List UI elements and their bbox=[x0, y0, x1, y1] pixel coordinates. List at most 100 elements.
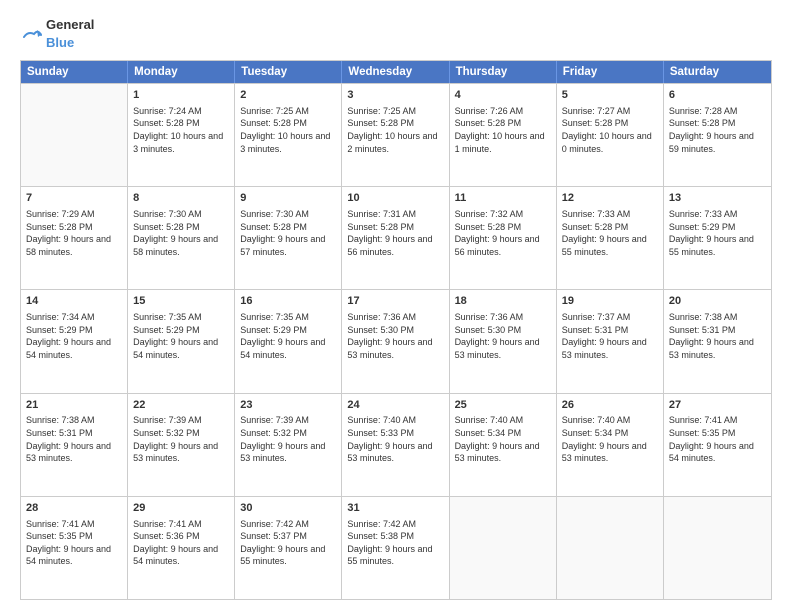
day-info: Sunrise: 7:28 AMSunset: 5:28 PMDaylight:… bbox=[669, 105, 766, 155]
day-info: Sunrise: 7:27 AMSunset: 5:28 PMDaylight:… bbox=[562, 105, 658, 155]
day-info: Sunrise: 7:33 AMSunset: 5:29 PMDaylight:… bbox=[669, 208, 766, 258]
day-info: Sunrise: 7:41 AMSunset: 5:36 PMDaylight:… bbox=[133, 518, 229, 568]
day-info: Sunrise: 7:34 AMSunset: 5:29 PMDaylight:… bbox=[26, 311, 122, 361]
calendar-header: SundayMondayTuesdayWednesdayThursdayFrid… bbox=[21, 61, 771, 83]
day-number: 20 bbox=[669, 294, 766, 309]
day-info: Sunrise: 7:31 AMSunset: 5:28 PMDaylight:… bbox=[347, 208, 443, 258]
day-number: 26 bbox=[562, 398, 658, 413]
header-day-friday: Friday bbox=[557, 61, 664, 83]
day-cell-6: 6 Sunrise: 7:28 AMSunset: 5:28 PMDaylight… bbox=[664, 84, 771, 186]
logo-general: General bbox=[46, 17, 94, 32]
day-info: Sunrise: 7:42 AMSunset: 5:37 PMDaylight:… bbox=[240, 518, 336, 568]
day-number: 8 bbox=[133, 191, 229, 206]
day-info: Sunrise: 7:42 AMSunset: 5:38 PMDaylight:… bbox=[347, 518, 443, 568]
day-number: 16 bbox=[240, 294, 336, 309]
day-number: 25 bbox=[455, 398, 551, 413]
week-row-4: 21Sunrise: 7:38 AMSunset: 5:31 PMDayligh… bbox=[21, 393, 771, 496]
day-cell-12: 12 Sunrise: 7:33 AMSunset: 5:28 PMDayligh… bbox=[557, 187, 664, 289]
empty-cell bbox=[450, 497, 557, 599]
week-row-1: 1 Sunrise: 7:24 AMSunset: 5:28 PMDaylight… bbox=[21, 83, 771, 186]
day-info: Sunrise: 7:26 AMSunset: 5:28 PMDaylight:… bbox=[455, 105, 551, 155]
day-info: Sunrise: 7:33 AMSunset: 5:28 PMDaylight:… bbox=[562, 208, 658, 258]
day-cell-8: 8 Sunrise: 7:30 AMSunset: 5:28 PMDaylight… bbox=[128, 187, 235, 289]
header-day-saturday: Saturday bbox=[664, 61, 771, 83]
day-cell-14: 14 Sunrise: 7:34 AMSunset: 5:29 PMDayligh… bbox=[21, 290, 128, 392]
day-number: 10 bbox=[347, 191, 443, 206]
empty-cell bbox=[664, 497, 771, 599]
day-info: Sunrise: 7:25 AMSunset: 5:28 PMDaylight:… bbox=[347, 105, 443, 155]
day-info: Sunrise: 7:35 AMSunset: 5:29 PMDaylight:… bbox=[240, 311, 336, 361]
day-number: 12 bbox=[562, 191, 658, 206]
empty-cell bbox=[557, 497, 664, 599]
header-day-thursday: Thursday bbox=[450, 61, 557, 83]
day-cell-19: 19 Sunrise: 7:37 AMSunset: 5:31 PMDayligh… bbox=[557, 290, 664, 392]
day-cell-23: 23Sunrise: 7:39 AMSunset: 5:32 PMDayligh… bbox=[235, 394, 342, 496]
day-cell-22: 22Sunrise: 7:39 AMSunset: 5:32 PMDayligh… bbox=[128, 394, 235, 496]
day-number: 22 bbox=[133, 398, 229, 413]
day-number: 30 bbox=[240, 501, 336, 516]
day-number: 3 bbox=[347, 88, 443, 103]
day-cell-24: 24Sunrise: 7:40 AMSunset: 5:33 PMDayligh… bbox=[342, 394, 449, 496]
header-day-tuesday: Tuesday bbox=[235, 61, 342, 83]
day-number: 13 bbox=[669, 191, 766, 206]
day-info: Sunrise: 7:32 AMSunset: 5:28 PMDaylight:… bbox=[455, 208, 551, 258]
day-info: Sunrise: 7:35 AMSunset: 5:29 PMDaylight:… bbox=[133, 311, 229, 361]
day-info: Sunrise: 7:41 AMSunset: 5:35 PMDaylight:… bbox=[26, 518, 122, 568]
logo-bird-icon bbox=[20, 23, 42, 45]
day-info: Sunrise: 7:30 AMSunset: 5:28 PMDaylight:… bbox=[240, 208, 336, 258]
day-cell-5: 5Sunrise: 7:27 AMSunset: 5:28 PMDaylight… bbox=[557, 84, 664, 186]
day-number: 1 bbox=[133, 88, 229, 103]
day-number: 17 bbox=[347, 294, 443, 309]
day-cell-9: 9 Sunrise: 7:30 AMSunset: 5:28 PMDaylight… bbox=[235, 187, 342, 289]
day-cell-17: 17 Sunrise: 7:36 AMSunset: 5:30 PMDayligh… bbox=[342, 290, 449, 392]
day-cell-3: 3 Sunrise: 7:25 AMSunset: 5:28 PMDaylight… bbox=[342, 84, 449, 186]
header-day-monday: Monday bbox=[128, 61, 235, 83]
day-info: Sunrise: 7:39 AMSunset: 5:32 PMDaylight:… bbox=[240, 414, 336, 464]
logo: General Blue bbox=[20, 16, 94, 52]
day-cell-26: 26Sunrise: 7:40 AMSunset: 5:34 PMDayligh… bbox=[557, 394, 664, 496]
day-cell-18: 18Sunrise: 7:36 AMSunset: 5:30 PMDayligh… bbox=[450, 290, 557, 392]
day-number: 2 bbox=[240, 88, 336, 103]
day-cell-13: 13 Sunrise: 7:33 AMSunset: 5:29 PMDayligh… bbox=[664, 187, 771, 289]
calendar: SundayMondayTuesdayWednesdayThursdayFrid… bbox=[20, 60, 772, 600]
day-cell-29: 29 Sunrise: 7:41 AMSunset: 5:36 PMDayligh… bbox=[128, 497, 235, 599]
day-info: Sunrise: 7:40 AMSunset: 5:34 PMDaylight:… bbox=[455, 414, 551, 464]
day-number: 27 bbox=[669, 398, 766, 413]
header-day-sunday: Sunday bbox=[21, 61, 128, 83]
header-day-wednesday: Wednesday bbox=[342, 61, 449, 83]
day-number: 21 bbox=[26, 398, 122, 413]
day-number: 6 bbox=[669, 88, 766, 103]
day-number: 11 bbox=[455, 191, 551, 206]
header: General Blue bbox=[20, 16, 772, 52]
day-info: Sunrise: 7:37 AMSunset: 5:31 PMDaylight:… bbox=[562, 311, 658, 361]
day-info: Sunrise: 7:39 AMSunset: 5:32 PMDaylight:… bbox=[133, 414, 229, 464]
day-cell-31: 31Sunrise: 7:42 AMSunset: 5:38 PMDayligh… bbox=[342, 497, 449, 599]
day-number: 24 bbox=[347, 398, 443, 413]
day-info: Sunrise: 7:40 AMSunset: 5:34 PMDaylight:… bbox=[562, 414, 658, 464]
day-info: Sunrise: 7:24 AMSunset: 5:28 PMDaylight:… bbox=[133, 105, 229, 155]
day-number: 19 bbox=[562, 294, 658, 309]
week-row-5: 28Sunrise: 7:41 AMSunset: 5:35 PMDayligh… bbox=[21, 496, 771, 599]
day-number: 29 bbox=[133, 501, 229, 516]
day-info: Sunrise: 7:25 AMSunset: 5:28 PMDaylight:… bbox=[240, 105, 336, 155]
day-info: Sunrise: 7:30 AMSunset: 5:28 PMDaylight:… bbox=[133, 208, 229, 258]
day-number: 9 bbox=[240, 191, 336, 206]
day-cell-1: 1 Sunrise: 7:24 AMSunset: 5:28 PMDaylight… bbox=[128, 84, 235, 186]
day-cell-7: 7Sunrise: 7:29 AMSunset: 5:28 PMDaylight… bbox=[21, 187, 128, 289]
day-number: 15 bbox=[133, 294, 229, 309]
day-cell-11: 11 Sunrise: 7:32 AMSunset: 5:28 PMDayligh… bbox=[450, 187, 557, 289]
day-cell-10: 10 Sunrise: 7:31 AMSunset: 5:28 PMDayligh… bbox=[342, 187, 449, 289]
day-info: Sunrise: 7:36 AMSunset: 5:30 PMDaylight:… bbox=[347, 311, 443, 361]
day-number: 14 bbox=[26, 294, 122, 309]
day-cell-30: 30 Sunrise: 7:42 AMSunset: 5:37 PMDayligh… bbox=[235, 497, 342, 599]
day-info: Sunrise: 7:36 AMSunset: 5:30 PMDaylight:… bbox=[455, 311, 551, 361]
calendar-body: 1 Sunrise: 7:24 AMSunset: 5:28 PMDaylight… bbox=[21, 83, 771, 599]
day-number: 4 bbox=[455, 88, 551, 103]
day-cell-25: 25Sunrise: 7:40 AMSunset: 5:34 PMDayligh… bbox=[450, 394, 557, 496]
week-row-3: 14 Sunrise: 7:34 AMSunset: 5:29 PMDayligh… bbox=[21, 289, 771, 392]
day-cell-27: 27Sunrise: 7:41 AMSunset: 5:35 PMDayligh… bbox=[664, 394, 771, 496]
day-cell-20: 20 Sunrise: 7:38 AMSunset: 5:31 PMDayligh… bbox=[664, 290, 771, 392]
day-cell-4: 4 Sunrise: 7:26 AMSunset: 5:28 PMDaylight… bbox=[450, 84, 557, 186]
day-info: Sunrise: 7:40 AMSunset: 5:33 PMDaylight:… bbox=[347, 414, 443, 464]
day-info: Sunrise: 7:38 AMSunset: 5:31 PMDaylight:… bbox=[669, 311, 766, 361]
